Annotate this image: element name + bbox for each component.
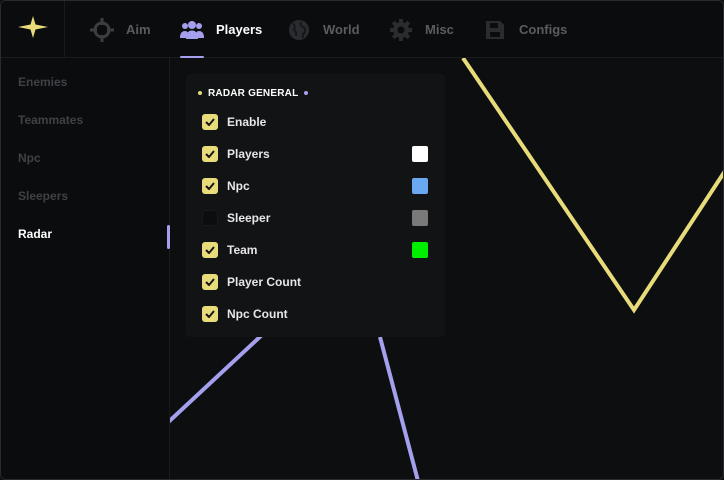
option-team: Team bbox=[202, 240, 429, 260]
player-count-checkbox[interactable] bbox=[202, 274, 218, 290]
option-player-count: Player Count bbox=[202, 272, 429, 292]
option-npc-count: Npc Count bbox=[202, 304, 429, 324]
active-tab-indicator bbox=[180, 56, 204, 58]
yellow-zigzag-line bbox=[461, 56, 723, 314]
sidebar-item-radar[interactable]: Radar bbox=[18, 227, 52, 241]
users-icon bbox=[180, 18, 204, 42]
enable-checkbox[interactable] bbox=[202, 114, 218, 130]
sidebar-item-teammates[interactable]: Teammates bbox=[18, 113, 83, 127]
tab-aim-label: Aim bbox=[126, 22, 151, 37]
gear-icon bbox=[389, 18, 413, 42]
sleeper-color-swatch[interactable] bbox=[412, 210, 428, 226]
header-dot-left bbox=[198, 91, 202, 95]
sidebar-item-enemies[interactable]: Enemies bbox=[18, 75, 67, 89]
panel-title: RADAR GENERAL bbox=[208, 87, 299, 99]
save-icon bbox=[483, 18, 507, 42]
tab-configs-label: Configs bbox=[519, 22, 568, 37]
globe-icon bbox=[287, 18, 311, 42]
header-dot-right bbox=[304, 91, 309, 95]
option-label: Npc bbox=[227, 179, 250, 193]
radar-general-panel: RADAR GENERAL Enable Players Npc Sleeper… bbox=[186, 74, 445, 337]
option-npc: Npc bbox=[202, 176, 429, 196]
npc-count-checkbox[interactable] bbox=[202, 306, 218, 322]
tab-misc-label: Misc bbox=[425, 22, 454, 37]
option-label: Npc Count bbox=[227, 307, 288, 321]
tab-misc[interactable]: Misc bbox=[389, 1, 454, 58]
option-label: Enable bbox=[227, 115, 267, 129]
sidebar-item-npc[interactable]: Npc bbox=[18, 151, 41, 165]
tab-aim[interactable]: Aim bbox=[90, 1, 151, 58]
panel-header: RADAR GENERAL bbox=[198, 86, 309, 100]
tab-configs[interactable]: Configs bbox=[483, 1, 567, 58]
check-icon bbox=[205, 182, 215, 190]
sidebar-item-sleepers[interactable]: Sleepers bbox=[18, 189, 68, 203]
crosshair-icon bbox=[90, 17, 114, 42]
team-checkbox[interactable] bbox=[202, 242, 218, 258]
npc-checkbox[interactable] bbox=[202, 178, 218, 194]
option-label: Team bbox=[227, 243, 258, 257]
tab-world-label: World bbox=[323, 22, 360, 37]
check-icon bbox=[205, 246, 215, 254]
option-sleeper: Sleeper bbox=[202, 208, 429, 228]
top-navigation-bar: Aim Players World Misc Configs bbox=[1, 1, 723, 58]
tab-players[interactable]: Players bbox=[180, 1, 262, 58]
sleeper-checkbox[interactable] bbox=[202, 210, 218, 226]
sidebar: Enemies Teammates Npc Sleepers Radar bbox=[1, 58, 170, 479]
option-label: Player Count bbox=[227, 275, 302, 289]
check-icon bbox=[205, 278, 215, 286]
option-label: Players bbox=[227, 147, 270, 161]
check-icon bbox=[205, 150, 215, 158]
star-sparkle-icon bbox=[17, 16, 48, 43]
option-enable: Enable bbox=[202, 112, 429, 132]
purple-line-right bbox=[378, 336, 420, 479]
players-checkbox[interactable] bbox=[202, 146, 218, 162]
players-color-swatch[interactable] bbox=[412, 146, 428, 162]
check-icon bbox=[205, 310, 215, 318]
check-icon bbox=[205, 118, 215, 126]
option-players: Players bbox=[202, 144, 429, 164]
npc-color-swatch[interactable] bbox=[412, 178, 428, 194]
team-color-swatch[interactable] bbox=[412, 242, 428, 258]
option-label: Sleeper bbox=[227, 211, 271, 225]
app-window: Aim Players World Misc Configs Enemies T… bbox=[0, 0, 724, 480]
active-sidebar-indicator bbox=[167, 225, 170, 249]
logo bbox=[1, 1, 65, 58]
tab-world[interactable]: World bbox=[287, 1, 360, 58]
tab-players-label: Players bbox=[216, 22, 263, 37]
